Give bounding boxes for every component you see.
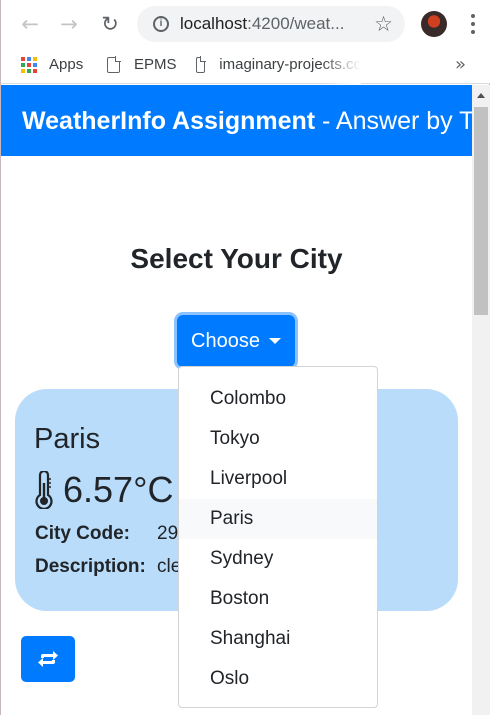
- scrollbar-thumb[interactable]: [474, 107, 488, 315]
- app-title: WeatherInfo Assignment - Answer by T: [22, 107, 472, 136]
- apps-icon: [21, 56, 37, 73]
- page-scrollbar[interactable]: [472, 85, 490, 715]
- url-host: localhost: [180, 14, 248, 33]
- page-heading: Select Your City: [130, 243, 343, 274]
- bookmark-label: EPMS: [134, 56, 177, 73]
- document-icon: [196, 56, 207, 73]
- app-header: WeatherInfo Assignment - Answer by T: [1, 85, 472, 156]
- temperature-row: 6.57°C: [31, 469, 173, 511]
- choose-city-dropdown-button[interactable]: Choose: [177, 315, 295, 367]
- url-path: :4200/weat...: [247, 14, 345, 33]
- document-icon: [107, 55, 121, 73]
- city-code-value: 29: [157, 523, 179, 544]
- bookmarks-bar: Apps EPMS imaginary-projects.cc »: [1, 48, 490, 84]
- address-bar[interactable]: i localhost:4200/weat... ☆: [137, 6, 405, 42]
- refresh-button[interactable]: [21, 636, 75, 682]
- dropdown-item-liverpool[interactable]: Liverpool: [179, 459, 377, 499]
- city-code-label: City Code:: [35, 523, 130, 544]
- page-viewport: WeatherInfo Assignment - Answer by T Sel…: [1, 85, 472, 715]
- site-info-icon[interactable]: i: [153, 16, 169, 32]
- url-text[interactable]: localhost:4200/weat...: [180, 14, 352, 34]
- forward-button[interactable]: →: [56, 11, 82, 37]
- scroll-up-arrow-icon[interactable]: [477, 93, 485, 98]
- reload-button[interactable]: ↻: [97, 11, 123, 37]
- bookmarks-overflow-icon[interactable]: »: [455, 54, 466, 75]
- choose-label: Choose: [191, 329, 260, 352]
- reload-icon: ↻: [101, 12, 119, 36]
- city-name: Paris: [34, 423, 101, 455]
- back-button[interactable]: ←: [17, 11, 43, 37]
- bookmark-star-icon[interactable]: ☆: [374, 12, 393, 36]
- dropdown-item-tokyo[interactable]: Tokyo: [179, 419, 377, 459]
- dropdown-item-sydney[interactable]: Sydney: [179, 539, 377, 579]
- browser-toolbar: ← → ↻ i localhost:4200/weat... ☆: [1, 0, 490, 48]
- dropdown-item-colombo[interactable]: Colombo: [179, 379, 377, 419]
- city-dropdown-menu: Colombo Tokyo Liverpool Paris Sydney Bos…: [178, 366, 378, 708]
- app-title-bold: WeatherInfo Assignment: [22, 107, 316, 135]
- profile-avatar[interactable]: [421, 11, 447, 37]
- forward-arrow-icon: →: [60, 12, 78, 36]
- dropdown-item-oslo[interactable]: Oslo: [179, 659, 377, 699]
- bookmark-apps[interactable]: Apps: [21, 56, 83, 73]
- dropdown-item-paris[interactable]: Paris: [179, 499, 377, 539]
- bookmark-epms[interactable]: EPMS: [107, 55, 177, 73]
- description-row: Description: cle: [35, 556, 181, 578]
- back-arrow-icon: ←: [21, 12, 39, 36]
- caret-down-icon: [268, 338, 281, 344]
- browser-menu-button[interactable]: [465, 12, 481, 36]
- app-title-subtitle: - Answer by T: [315, 107, 472, 135]
- dropdown-item-boston[interactable]: Boston: [179, 579, 377, 619]
- refresh-icon: [38, 651, 58, 667]
- temperature-value: 6.57°C: [63, 469, 174, 510]
- description-label: Description:: [35, 556, 146, 577]
- city-code-row: City Code: 29: [35, 523, 178, 545]
- thermometer-icon: [35, 471, 53, 509]
- dropdown-item-shanghai[interactable]: Shanghai: [179, 619, 377, 659]
- bookmark-label: Apps: [49, 56, 84, 73]
